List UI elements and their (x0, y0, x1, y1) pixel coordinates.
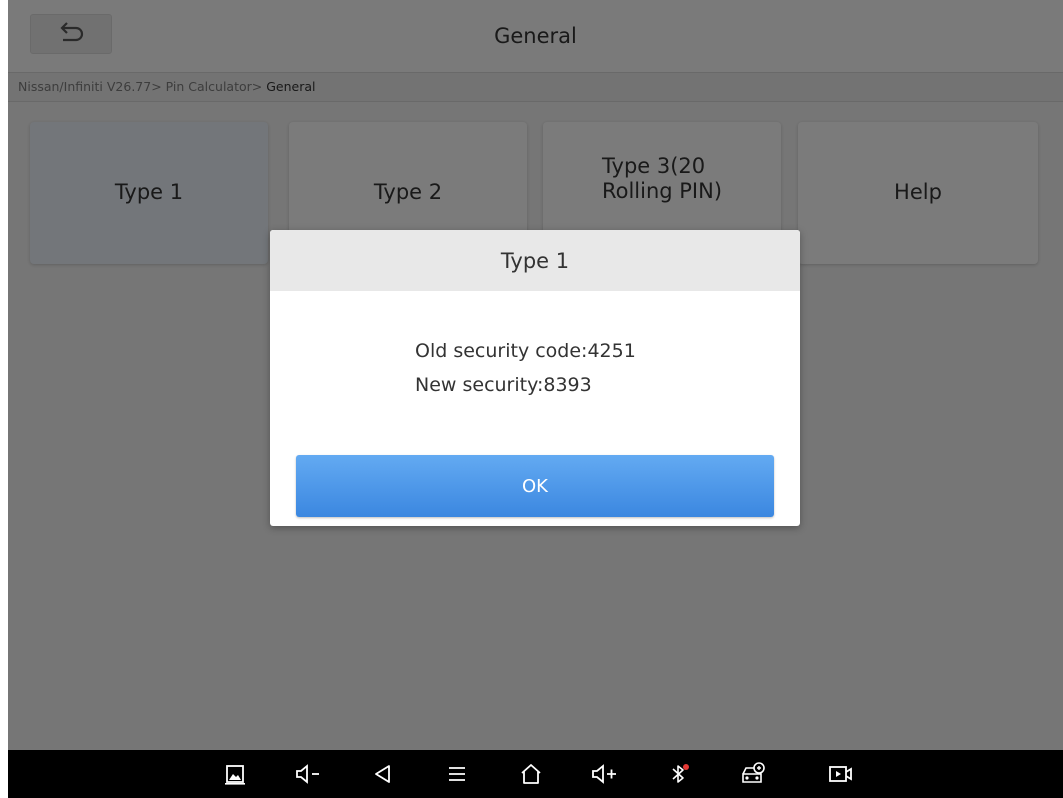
new-security-text: New security:8393 (415, 374, 592, 396)
home-icon[interactable] (516, 760, 546, 788)
screen-record-icon[interactable] (826, 760, 856, 788)
volume-up-icon[interactable] (590, 760, 620, 788)
gallery-icon[interactable] (220, 760, 250, 788)
dialog-body: Old security code:4251 New security:8393 (415, 334, 636, 402)
result-dialog: Type 1 Old security code:4251 New securi… (270, 230, 800, 526)
ok-button[interactable]: OK (296, 455, 774, 517)
back-icon[interactable] (368, 760, 398, 788)
bluetooth-icon[interactable] (664, 760, 694, 788)
dialog-title: Type 1 (270, 230, 800, 291)
system-nav-bar (8, 750, 1063, 798)
menu-icon[interactable] (442, 760, 472, 788)
volume-down-icon[interactable] (294, 760, 324, 788)
old-security-code-text: Old security code:4251 (415, 340, 636, 362)
vci-car-icon[interactable] (738, 760, 768, 788)
app-screen: General Nissan/Infiniti V26.77> Pin Calc… (8, 0, 1063, 750)
